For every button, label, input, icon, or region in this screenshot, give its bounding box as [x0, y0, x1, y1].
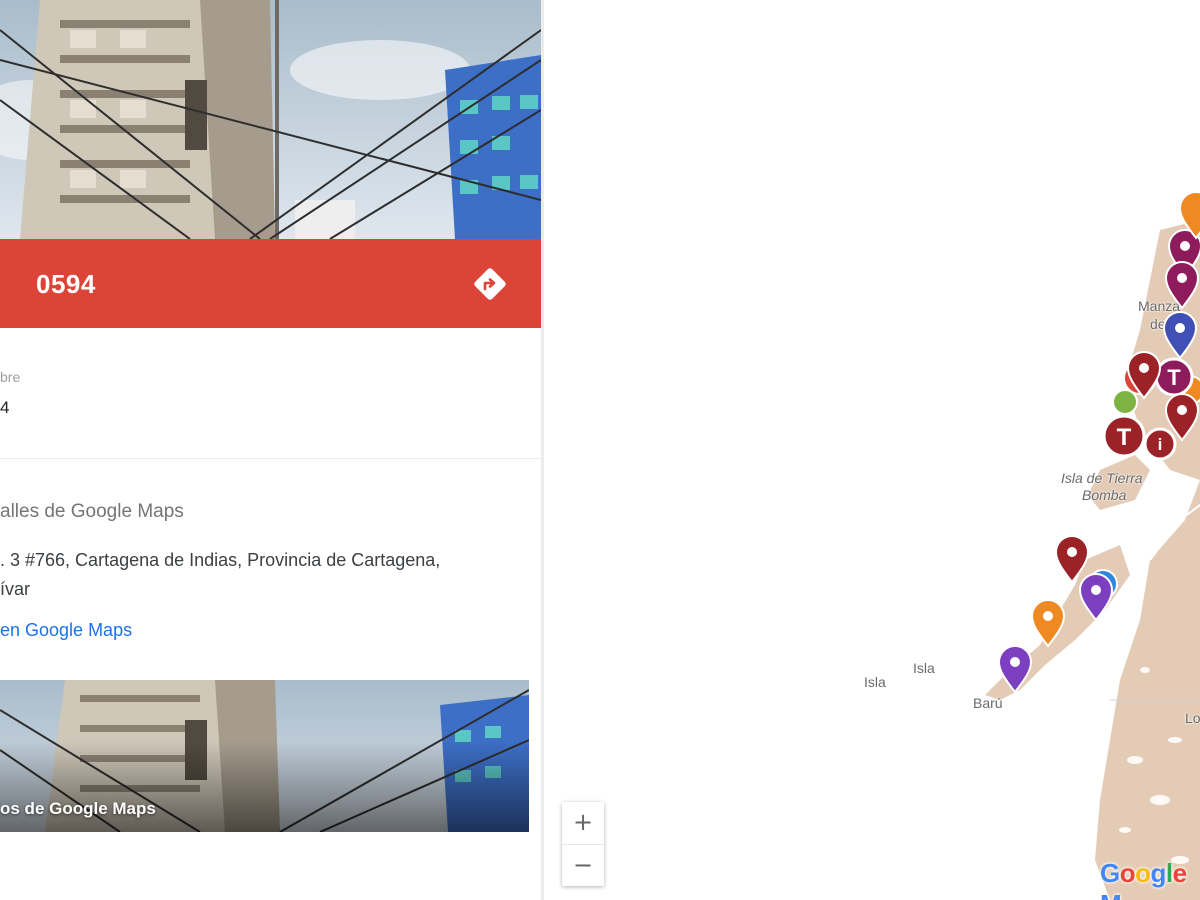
map-zoom-control: + − [562, 802, 604, 886]
section-divider [0, 458, 541, 459]
directions-button[interactable] [470, 264, 510, 304]
google-logo-letter: o [1119, 858, 1136, 888]
map-marker-icon[interactable] [1165, 261, 1199, 309]
place-title: 0594 [36, 269, 96, 299]
name-field-value: 4 [0, 398, 10, 417]
svg-text:T: T [1117, 424, 1132, 451]
google-logo-letter: G [1100, 858, 1120, 888]
google-maps-details-heading: alles de Google Maps [0, 501, 184, 522]
google-logo-letter: M [1100, 889, 1122, 900]
google-logo[interactable]: Google M [1100, 858, 1200, 900]
zoom-out-button[interactable]: − [562, 844, 604, 886]
place-title-banner: 0594 [0, 239, 541, 328]
map-marker-icon[interactable] [1055, 535, 1089, 583]
info-marker-icon[interactable]: i [1143, 427, 1177, 461]
place-panel: 0594 bre 4 alles de Google Maps . 3 #766… [0, 0, 541, 900]
google-logo-letter: e [1172, 858, 1187, 888]
map-marker-icon[interactable] [1031, 599, 1065, 647]
address-line-1: . 3 #766, Cartagena de Indias, Provincia… [0, 550, 441, 570]
name-field-label: bre [0, 369, 21, 385]
google-logo-letter: g [1150, 858, 1167, 888]
google-logo-letter: l [1165, 858, 1173, 888]
map-marker-icon[interactable] [998, 645, 1032, 693]
view-in-google-maps-link[interactable]: en Google Maps [0, 620, 132, 641]
directions-icon [474, 268, 506, 300]
svg-text:i: i [1158, 435, 1163, 454]
map-markers-layer: T i T [998, 191, 1200, 693]
place-hero-photo[interactable] [0, 0, 541, 239]
transit-marker-icon[interactable]: T [1102, 414, 1146, 458]
google-logo-letter: o [1135, 858, 1151, 888]
zoom-in-button[interactable]: + [562, 802, 604, 844]
transit-marker-icon[interactable]: T [1154, 357, 1194, 397]
map-marker-icon[interactable] [1163, 311, 1197, 359]
map-canvas[interactable]: Manza del M Isla de Tierra Bomba Isla Is… [544, 0, 1200, 900]
svg-text:T: T [1167, 365, 1181, 390]
map-marker-icon[interactable] [1079, 573, 1113, 621]
place-address: . 3 #766, Cartagena de Indias, Provincia… [0, 546, 500, 604]
address-line-2: ívar [0, 579, 31, 599]
photo-caption: os de Google Maps [0, 799, 156, 818]
hero-photo-image [0, 0, 541, 239]
